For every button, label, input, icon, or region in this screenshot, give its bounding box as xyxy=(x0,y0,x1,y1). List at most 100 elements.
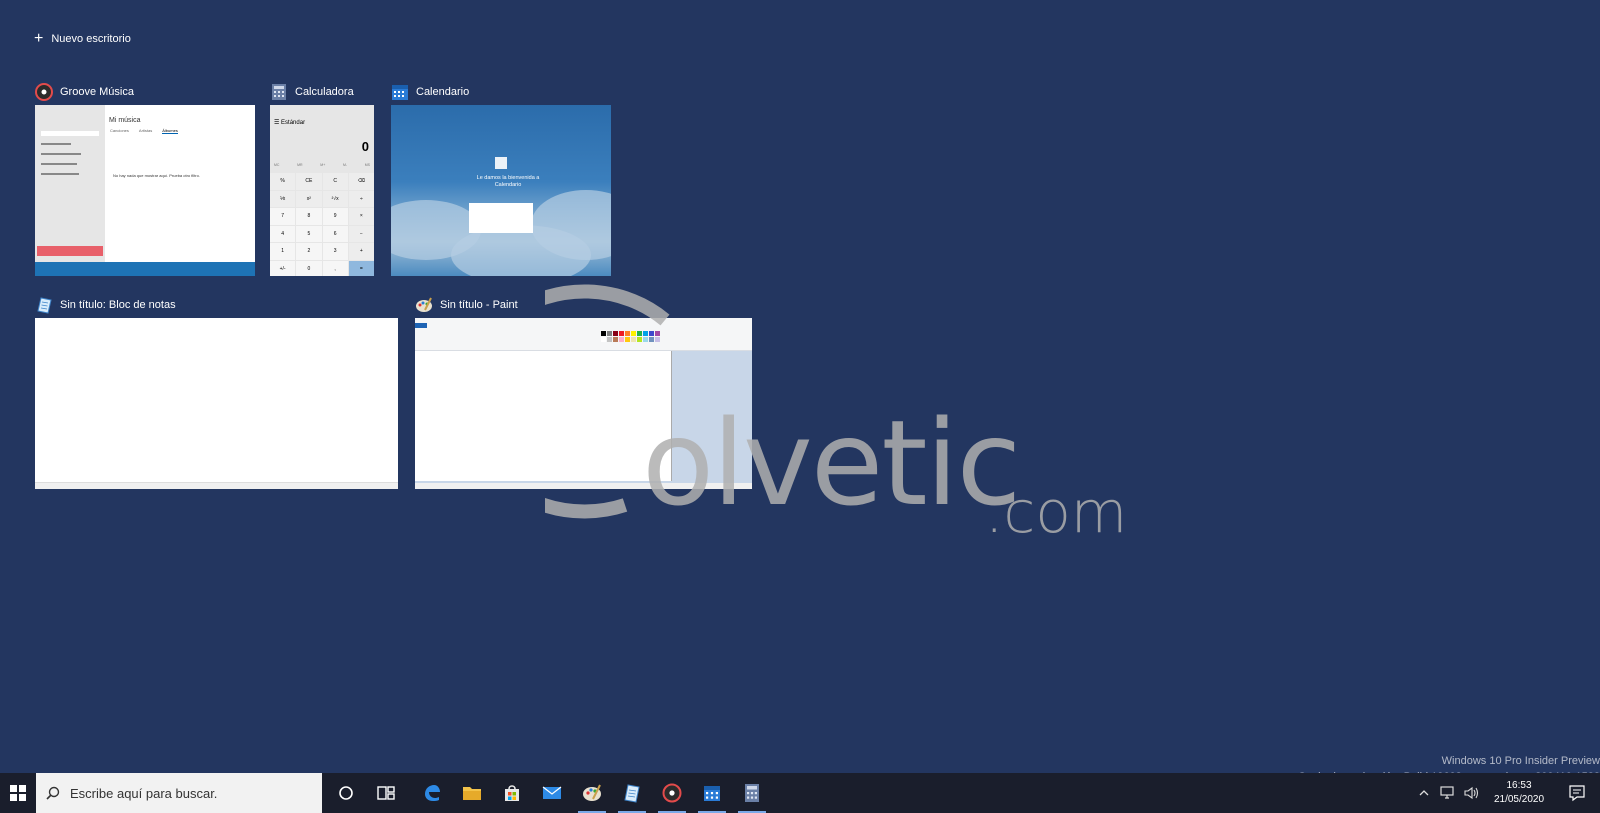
calc-key[interactable]: 0 xyxy=(296,260,322,276)
taskbar-paint[interactable] xyxy=(572,773,612,813)
volume-button[interactable] xyxy=(1460,773,1484,813)
calculator-icon xyxy=(745,784,759,802)
store-icon xyxy=(505,785,519,801)
calculator-thumbnail[interactable]: ☰ Estándar 0 MC MR M+ M- MS % CE C ⌫ ⅟x x² ²… xyxy=(270,105,374,276)
taskbar-calendar[interactable] xyxy=(692,773,732,813)
calc-key[interactable]: 2 xyxy=(296,243,322,260)
notepad-icon xyxy=(624,784,640,803)
folder-icon xyxy=(463,787,481,800)
notepad-status-bar xyxy=(35,482,398,489)
calc-key[interactable]: 9 xyxy=(322,208,348,225)
groove-error-banner xyxy=(37,246,103,256)
taskbar-calculator[interactable] xyxy=(732,773,772,813)
calc-key[interactable]: 4 xyxy=(270,225,296,242)
tab-songs[interactable]: Canciones xyxy=(110,128,129,134)
search-icon xyxy=(46,786,60,800)
start-button[interactable] xyxy=(0,773,36,813)
task-view-button[interactable] xyxy=(366,773,406,813)
taskbar-store[interactable] xyxy=(492,773,532,813)
window-title: Calculadora xyxy=(295,86,354,98)
speaker-icon xyxy=(1464,786,1479,800)
groove-thumbnail[interactable]: Mi música Canciones Artistas Álbumes No … xyxy=(35,105,255,276)
calc-key[interactable]: ÷ xyxy=(348,190,374,207)
window-title: Calendario xyxy=(416,86,470,98)
calc-key[interactable]: 7 xyxy=(270,208,296,225)
watermark-suffix: .com xyxy=(985,478,1128,546)
paint-icon xyxy=(415,296,433,314)
edition-line-1: Windows 10 Pro Insider Preview xyxy=(1441,755,1600,767)
window-title-bar: Calculadora xyxy=(270,81,374,103)
calculator-memory-row: MC MR M+ M- MS xyxy=(274,163,370,167)
new-desktop-label: Nuevo escritorio xyxy=(51,33,131,45)
taskbar-search-box[interactable]: Escribe aquí para buscar. xyxy=(36,773,322,813)
calc-key[interactable]: 3 xyxy=(322,243,348,260)
cortana-button[interactable] xyxy=(326,773,366,813)
window-title: Sin título: Bloc de notas xyxy=(60,299,176,311)
calc-key[interactable]: x² xyxy=(296,190,322,207)
calc-key[interactable]: 1 xyxy=(270,243,296,260)
window-calendar[interactable]: Calendario Le damos la bienvenida a Cale… xyxy=(391,81,611,276)
calc-key[interactable]: % xyxy=(270,173,296,190)
calc-key[interactable]: − xyxy=(348,225,374,242)
calendar-icon xyxy=(704,786,720,801)
window-groove-music[interactable]: Groove Música Mi música Canciones Artist… xyxy=(35,81,255,276)
system-tray: 16:53 21/05/2020 xyxy=(1412,773,1600,813)
calc-key[interactable]: + xyxy=(348,243,374,260)
calc-key[interactable]: 6 xyxy=(322,225,348,242)
calculator-keypad: % CE C ⌫ ⅟x x² ²√x ÷ 7 8 9 × 4 5 6 − 1 2… xyxy=(270,173,374,276)
calc-key[interactable]: 8 xyxy=(296,208,322,225)
clock-time: 16:53 xyxy=(1506,780,1532,791)
network-button[interactable] xyxy=(1436,773,1460,813)
tab-artists[interactable]: Artistas xyxy=(139,128,152,134)
groove-music-icon xyxy=(662,783,682,803)
calendar-welcome-text: Le damos la bienvenida a Calendario xyxy=(476,175,540,188)
window-calculator[interactable]: Calculadora ☰ Estándar 0 MC MR M+ M- MS % CE… xyxy=(270,81,374,276)
taskbar-groove-music[interactable] xyxy=(652,773,692,813)
calendar-thumbnail[interactable]: Le damos la bienvenida a Calendario xyxy=(391,105,611,276)
taskbar-mail[interactable] xyxy=(532,773,572,813)
taskbar-file-explorer[interactable] xyxy=(452,773,492,813)
paint-color-palette xyxy=(601,331,660,342)
network-icon xyxy=(1440,786,1454,799)
calc-key[interactable]: × xyxy=(348,208,374,225)
watermark-text: olvetic xyxy=(642,394,1021,532)
mail-icon xyxy=(542,786,562,799)
taskbar-edge[interactable] xyxy=(412,773,452,813)
window-title-bar: Sin título: Bloc de notas xyxy=(35,294,398,316)
calc-key[interactable]: +/- xyxy=(270,260,296,276)
calc-key[interactable]: ⌫ xyxy=(348,173,374,190)
calc-key[interactable]: , xyxy=(322,260,348,276)
plus-icon: + xyxy=(34,30,44,47)
chevron-up-icon xyxy=(1419,790,1429,796)
taskbar-notepad[interactable] xyxy=(612,773,652,813)
groove-music-icon xyxy=(35,83,53,101)
paint-icon xyxy=(583,784,601,801)
taskbar-clock[interactable]: 16:53 21/05/2020 xyxy=(1484,779,1554,807)
calendar-welcome-icon xyxy=(495,157,507,169)
window-title: Groove Música xyxy=(60,86,134,98)
calendar-icon xyxy=(391,83,409,101)
notepad-thumbnail[interactable] xyxy=(35,318,398,489)
calculator-mode: ☰ Estándar xyxy=(274,120,306,126)
task-view-icon xyxy=(377,786,395,800)
tab-albums[interactable]: Álbumes xyxy=(162,128,178,134)
window-title-bar: Sin título - Paint xyxy=(415,294,752,316)
calc-key[interactable]: CE xyxy=(296,173,322,190)
calc-key[interactable]: ⅟x xyxy=(270,190,296,207)
show-hidden-icons-button[interactable] xyxy=(1412,773,1436,813)
calc-key[interactable]: 5 xyxy=(296,225,322,242)
groove-tabs: Canciones Artistas Álbumes xyxy=(110,128,178,134)
window-title-bar: Groove Música xyxy=(35,81,255,103)
calc-key[interactable]: = xyxy=(348,260,374,276)
calculator-icon xyxy=(270,83,288,101)
window-notepad[interactable]: Sin título: Bloc de notas xyxy=(35,294,398,489)
windows-logo-icon xyxy=(10,785,26,801)
action-center-button[interactable] xyxy=(1554,773,1600,813)
search-placeholder: Escribe aquí para buscar. xyxy=(70,785,218,801)
calc-key[interactable]: C xyxy=(322,173,348,190)
taskbar: Escribe aquí para buscar. 16:53 21/05/20… xyxy=(0,773,1600,813)
calendar-account-card xyxy=(469,203,533,233)
new-desktop-button[interactable]: + Nuevo escritorio xyxy=(34,30,131,47)
calc-key[interactable]: ²√x xyxy=(322,190,348,207)
window-title: Sin título - Paint xyxy=(440,299,518,311)
